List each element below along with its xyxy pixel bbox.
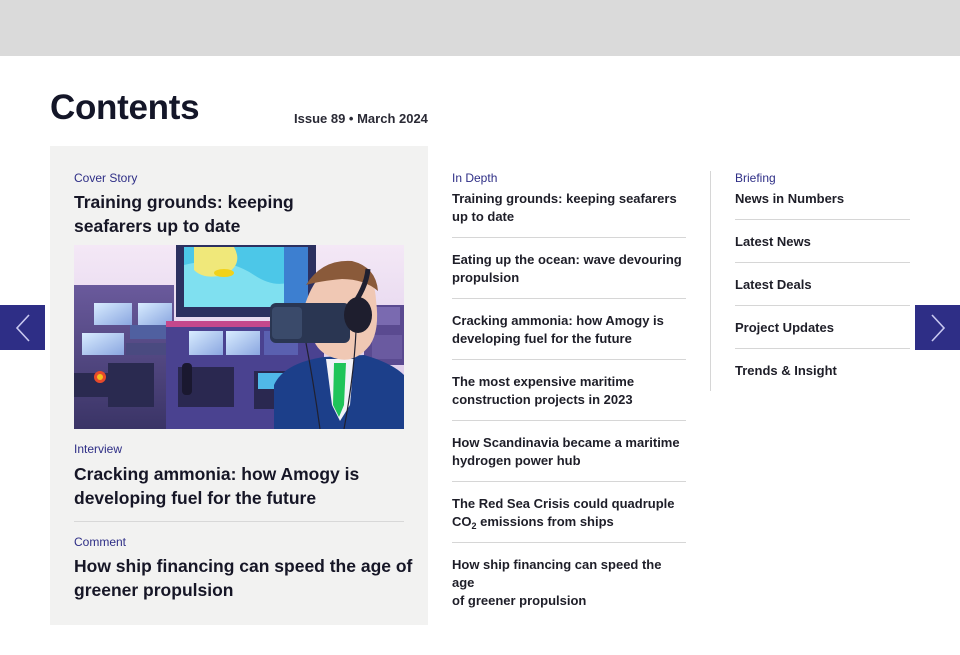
link-line2: hydrogen power hub [452, 453, 581, 468]
link-line1: Cracking ammonia: how Amogy is [452, 313, 664, 328]
chevron-left-icon [15, 313, 30, 342]
briefing-link-news-in-numbers[interactable]: News in Numbers [735, 190, 910, 208]
link-line1: How ship financing can speed the age [452, 557, 662, 590]
link-line1: Training grounds: keeping seafarers [452, 191, 677, 206]
link-line2: construction projects in 2023 [452, 392, 633, 407]
list-item: How Scandinavia became a maritime hydrog… [452, 421, 686, 482]
link-line2: up to date [452, 209, 515, 224]
link-line2-rest: emissions from ships [476, 514, 614, 529]
link-line2: of greener propulsion [452, 593, 587, 608]
interview-title-line2: developing fuel for the future [74, 488, 317, 508]
cover-story-title-line1: Training grounds: keeping [74, 192, 294, 212]
cover-story-title-link[interactable]: Training grounds: keeping seafarers up t… [74, 190, 294, 238]
interview-category: Interview [74, 442, 123, 456]
issue-label: Issue 89 • March 2024 [294, 111, 428, 126]
column-divider [710, 171, 711, 391]
briefing-category: Briefing [735, 171, 776, 185]
list-item: Trends & Insight [735, 349, 910, 392]
briefing-link-latest-news[interactable]: Latest News [735, 233, 910, 251]
link-line2-co: CO [452, 514, 472, 529]
link-line2: propulsion [452, 270, 520, 285]
comment-title-line2: greener propulsion [74, 580, 234, 600]
vr-bridge-simulator-image [74, 245, 404, 429]
list-item: Project Updates [735, 306, 910, 349]
in-depth-category: In Depth [452, 171, 498, 185]
cover-story-image[interactable] [74, 245, 404, 429]
in-depth-link-red-sea-crisis[interactable]: The Red Sea Crisis could quadruple CO2 e… [452, 495, 686, 535]
feature-divider [74, 521, 404, 522]
in-depth-column: In Depth Training grounds: keeping seafa… [452, 171, 686, 608]
briefing-link-trends-insight[interactable]: Trends & Insight [735, 362, 910, 380]
in-depth-link-eating-up-ocean[interactable]: Eating up the ocean: wave devouring prop… [452, 251, 686, 287]
list-item: How ship financing can speed the age of … [452, 543, 686, 608]
in-depth-link-expensive-projects[interactable]: The most expensive maritime construction… [452, 373, 686, 409]
cover-story-category: Cover Story [74, 171, 138, 185]
interview-title-line1: Cracking ammonia: how Amogy is [74, 464, 360, 484]
briefing-link-latest-deals[interactable]: Latest Deals [735, 276, 910, 294]
list-item: Training grounds: keeping seafarers up t… [452, 189, 686, 238]
briefing-column: Briefing News in Numbers Latest News Lat… [735, 171, 910, 392]
link-line2: developing fuel for the future [452, 331, 632, 346]
cover-story-title-line2: seafarers up to date [74, 216, 241, 236]
previous-button[interactable] [0, 305, 45, 350]
list-item: Latest Deals [735, 263, 910, 306]
chevron-right-icon [930, 313, 945, 342]
list-item: The most expensive maritime construction… [452, 360, 686, 421]
list-item: News in Numbers [735, 189, 910, 220]
feature-panel: Cover Story Training grounds: keeping se… [50, 146, 428, 625]
list-item: The Red Sea Crisis could quadruple CO2 e… [452, 482, 686, 543]
in-depth-link-ship-financing[interactable]: How ship financing can speed the age of … [452, 556, 686, 610]
list-item: Eating up the ocean: wave devouring prop… [452, 238, 686, 299]
list-item: Cracking ammonia: how Amogy is developin… [452, 299, 686, 360]
briefing-link-project-updates[interactable]: Project Updates [735, 319, 910, 337]
next-button[interactable] [915, 305, 960, 350]
link-line1: Eating up the ocean: wave devouring [452, 252, 682, 267]
comment-title-line1: How ship financing can speed the age of [74, 556, 413, 576]
link-line1: How Scandinavia became a maritime [452, 435, 680, 450]
comment-title-link[interactable]: How ship financing can speed the age of … [74, 554, 412, 602]
list-item: Latest News [735, 220, 910, 263]
link-line1: The most expensive maritime [452, 374, 635, 389]
in-depth-link-training-grounds[interactable]: Training grounds: keeping seafarers up t… [452, 190, 686, 226]
link-line1: The Red Sea Crisis could quadruple [452, 496, 675, 511]
in-depth-link-scandinavia-hydrogen[interactable]: How Scandinavia became a maritime hydrog… [452, 434, 686, 470]
interview-title-link[interactable]: Cracking ammonia: how Amogy is developin… [74, 462, 359, 510]
comment-category: Comment [74, 535, 127, 549]
page-title: Contents [50, 88, 200, 127]
in-depth-link-cracking-ammonia[interactable]: Cracking ammonia: how Amogy is developin… [452, 312, 686, 348]
top-bar [0, 0, 960, 56]
